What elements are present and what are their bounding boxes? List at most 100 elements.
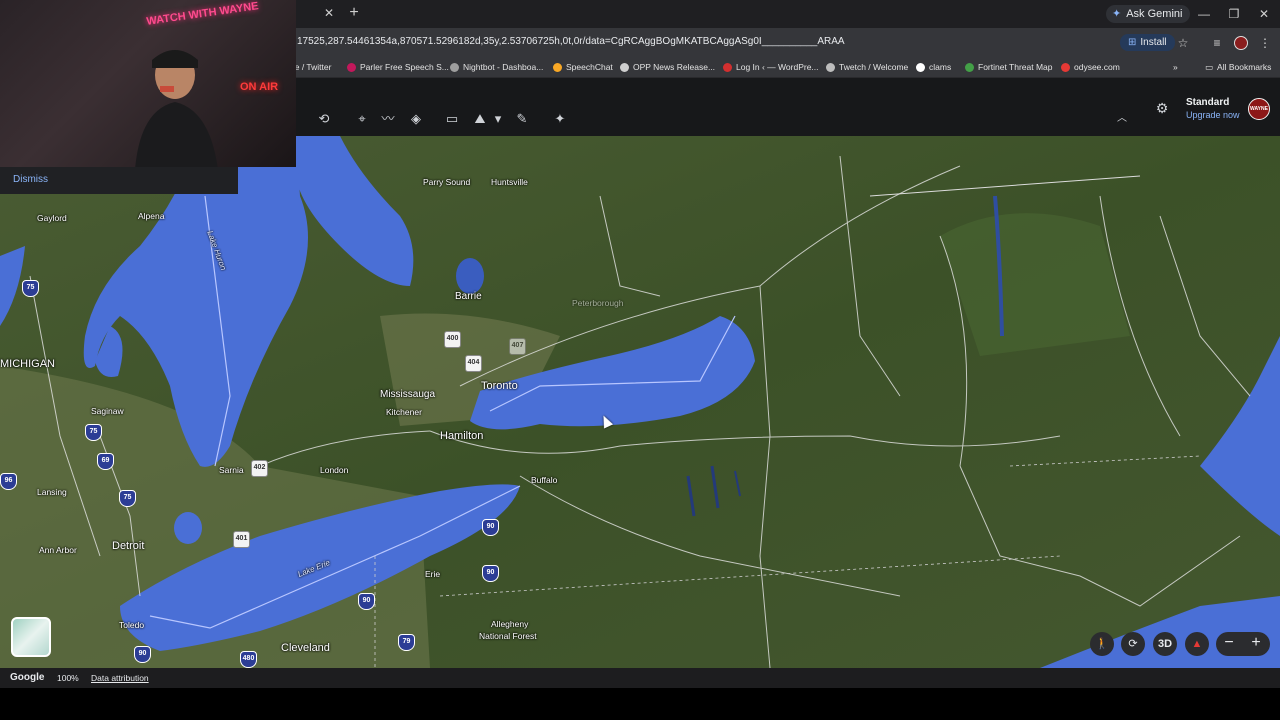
label-cleveland: Cleveland [281, 642, 330, 654]
on-air-sign: ON AIR [240, 81, 279, 93]
gemini-spark-icon: ✦ [1112, 8, 1122, 20]
tools-icon[interactable]: ✎ [514, 111, 530, 127]
label-london: London [320, 465, 349, 475]
satellite-map[interactable]: Parry Sound Huntsville Gaylord Alpena La… [0, 136, 1280, 668]
label-ann-arbor: Ann Arbor [39, 545, 77, 555]
map-terrain [0, 136, 1280, 668]
bookmark-item[interactable]: Fortinet Threat Map [965, 61, 1053, 73]
bookmark-favicon-icon [723, 62, 732, 72]
label-alpena: Alpena [138, 211, 165, 221]
history-icon[interactable]: ⟲ [316, 111, 332, 127]
bookmark-item[interactable]: clams [916, 61, 951, 73]
compass-icon[interactable]: ▲ [1185, 632, 1209, 656]
bottom-letterbox [0, 688, 1280, 720]
new-tab-icon[interactable]: + [346, 5, 362, 21]
label-detroit: Detroit [112, 540, 145, 552]
pegman-icon[interactable]: 🚶 [1090, 632, 1114, 656]
bookmark-item[interactable]: odysee.com [1061, 61, 1120, 73]
gemini-sparkle-icon[interactable]: ✦ [552, 111, 568, 127]
settings-gear-icon[interactable]: ⚙ [1154, 100, 1170, 116]
neon-sign-text: WATCH WITH WAYNE [145, 0, 260, 28]
dismiss-panel: Dismiss [0, 167, 238, 194]
url-text[interactable]: 17525,287.54461354a,870571.5296182d,35y,… [297, 36, 845, 47]
label-kitchener: Kitchener [386, 407, 422, 417]
highway-shield: 96 [0, 473, 17, 490]
bookmark-favicon-icon [826, 62, 835, 72]
bookmark-favicon-icon [450, 62, 459, 72]
bookmark-item[interactable]: Twetch / Welcome [826, 61, 908, 73]
bookmark-favicon-icon [916, 62, 925, 72]
ask-gemini-button[interactable]: ✦ Ask Gemini [1106, 5, 1191, 23]
label-allegheny: Allegheny [491, 619, 529, 629]
bookmark-star-icon[interactable]: ☆ [1176, 36, 1190, 50]
image-icon[interactable]: ⛰ [472, 111, 488, 127]
ask-gemini-label: Ask Gemini [1126, 8, 1183, 20]
highway-shield: 404 [465, 355, 482, 372]
tilt-rotate-icon[interactable]: ⟳ [1121, 632, 1145, 656]
label-toledo: Toledo [119, 620, 145, 630]
zoom-out-icon[interactable]: − [1216, 632, 1242, 656]
all-bookmarks-button[interactable]: ▭ All Bookmarks [1205, 61, 1271, 73]
highway-shield: 90 [482, 519, 499, 536]
account-avatar[interactable]: WAYNE [1248, 98, 1270, 120]
map-footer: Google 100% Data attribution [0, 668, 1280, 688]
dismiss-button[interactable]: Dismiss [13, 174, 48, 185]
bookmark-item[interactable]: SpeechChat [553, 61, 613, 73]
bookmark-item[interactable]: Parler Free Speech S... [347, 61, 449, 73]
highway-shield: 401 [233, 531, 250, 548]
webcam-overlay: WATCH WITH WAYNE ON AIR [0, 0, 296, 167]
bookmarks-overflow-icon[interactable]: » [1173, 61, 1178, 73]
data-attribution-link[interactable]: Data attribution [91, 673, 149, 683]
bookmark-favicon-icon [553, 62, 562, 72]
bookmark-favicon-icon [620, 62, 629, 72]
highway-shield: 407 [509, 338, 526, 355]
map-style-toggle[interactable] [11, 617, 51, 657]
highway-shield: 75 [22, 280, 39, 297]
collapse-chevron-up-icon[interactable]: ︿ [1114, 112, 1130, 126]
label-gaylord: Gaylord [37, 213, 67, 223]
bookmark-item[interactable]: Log In ‹ — WordPre... [723, 61, 819, 73]
bookmark-item[interactable]: ne / Twitter [290, 61, 331, 73]
add-placemark-icon[interactable]: ⌖ [354, 111, 370, 127]
label-national-forest: National Forest [479, 631, 537, 641]
highway-shield: 480 [240, 651, 257, 668]
tab-close-icon[interactable]: ✕ [322, 6, 336, 20]
bookmark-item[interactable]: Nightbot - Dashboa... [450, 61, 543, 73]
restore-icon[interactable]: ❐ [1226, 6, 1242, 22]
label-erie: Erie [425, 569, 441, 579]
label-peterborough: Peterborough [572, 298, 624, 308]
label-buffalo: Buffalo [531, 475, 558, 485]
bookmark-favicon-icon [965, 62, 974, 72]
more-menu-icon[interactable]: ⋮ [1258, 36, 1272, 50]
bookmark-item[interactable]: OPP News Release... [620, 61, 715, 73]
highway-shield: 90 [482, 565, 499, 582]
install-label: Install [1140, 37, 1167, 48]
label-lansing: Lansing [37, 487, 67, 497]
draw-path-icon[interactable]: 〰 [380, 111, 396, 127]
google-logo: Google [10, 672, 45, 683]
bookmark-favicon-icon [1061, 62, 1070, 72]
profile-icon[interactable] [1234, 36, 1248, 50]
highway-shield: 75 [85, 424, 102, 441]
plan-title: Standard [1186, 97, 1230, 108]
media-controls-icon[interactable]: ≡ [1210, 36, 1224, 50]
layers-icon[interactable]: ◈ [408, 111, 424, 127]
measure-icon[interactable]: ▭ [444, 111, 460, 127]
toggle-3d-button[interactable]: 3D [1153, 632, 1177, 656]
close-window-icon[interactable]: ✕ [1256, 6, 1272, 22]
chevron-down-icon[interactable]: ▾ [490, 111, 506, 127]
zoom-in-icon[interactable]: + [1243, 632, 1269, 656]
highway-shield: 402 [251, 460, 268, 477]
highway-shield: 79 [398, 634, 415, 651]
minimize-icon[interactable]: — [1196, 6, 1212, 22]
label-toronto: Toronto [481, 380, 518, 392]
folder-icon: ▭ [1205, 61, 1214, 72]
label-saginaw: Saginaw [91, 406, 124, 416]
highway-shield: 75 [119, 490, 136, 507]
install-button[interactable]: ⊞ Install [1120, 34, 1175, 51]
highway-shield: 400 [444, 331, 461, 348]
streamer-person-icon [135, 50, 218, 167]
install-icon: ⊞ [1128, 37, 1137, 48]
upgrade-link[interactable]: Upgrade now [1186, 110, 1240, 120]
bookmark-favicon-icon [347, 62, 356, 72]
